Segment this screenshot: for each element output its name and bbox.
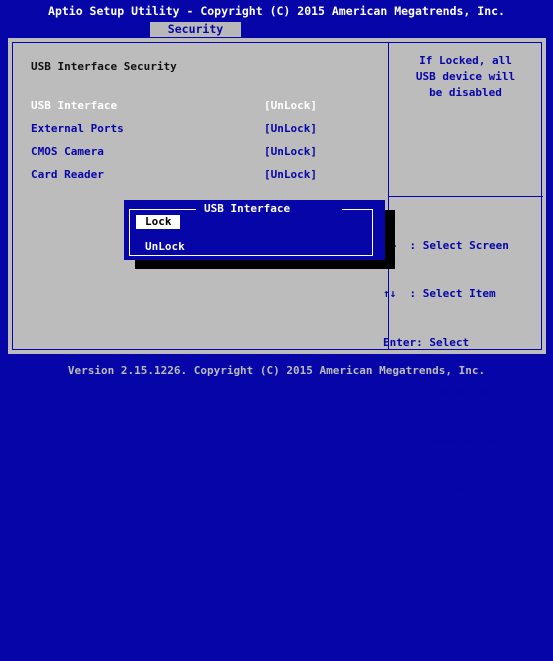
key-exit: ESC : Exit <box>383 629 456 643</box>
help-separator <box>388 196 543 197</box>
key-enter-select: Enter: Select <box>383 336 470 350</box>
option-lock[interactable]: Lock <box>136 215 180 229</box>
tab-security[interactable]: Security <box>150 22 241 37</box>
setting-value: [UnLock] <box>264 145 317 158</box>
help-line: be disabled <box>429 86 502 99</box>
key-select-item: ↑↓ : Select Item <box>383 287 496 301</box>
key-optimized: F9 : Optimized <box>383 483 489 497</box>
usb-interface-popup: USB Interface Lock UnLock <box>124 200 385 260</box>
key-defaults: Defaults <box>383 531 436 545</box>
setting-cmos-camera[interactable]: CMOS Camera [UnLock] <box>31 145 381 159</box>
app-title: Aptio Setup Utility - Copyright (C) 2015… <box>48 4 505 18</box>
setting-label: Card Reader <box>31 168 104 181</box>
popup-title: USB Interface <box>204 202 291 215</box>
setting-label: External Ports <box>31 122 124 135</box>
setting-value: [UnLock] <box>264 168 317 181</box>
key-general-help: F1 : General Help <box>383 434 509 448</box>
key-select-screen: →← : Select Screen <box>383 238 509 252</box>
popup-border <box>129 209 130 255</box>
setting-card-reader[interactable]: Card Reader [UnLock] <box>31 168 381 182</box>
key-change-opt: +/− : Change Opt. <box>383 385 503 399</box>
popup-border <box>342 209 372 210</box>
help-text: If Locked, all USB device will be disabl… <box>388 53 543 101</box>
setting-label: CMOS Camera <box>31 145 104 158</box>
setting-external-ports[interactable]: External Ports [UnLock] <box>31 122 381 136</box>
key-legend: →← : Select Screen ↑↓ : Select Item Ente… <box>383 205 533 661</box>
footer-version: Version 2.15.1226. Copyright (C) 2015 Am… <box>67 364 486 377</box>
option-unlock[interactable]: UnLock <box>136 240 193 254</box>
setting-value: [UnLock] <box>264 122 317 135</box>
help-line: If Locked, all <box>419 54 512 67</box>
setting-label: USB Interface <box>31 99 118 112</box>
popup-border <box>129 255 373 256</box>
help-line: USB device will <box>415 70 516 83</box>
setting-usb-interface[interactable]: USB Interface [UnLock] <box>31 99 381 113</box>
popup-border <box>372 209 373 255</box>
setting-value: [UnLock] <box>264 99 317 112</box>
section-title: USB Interface Security <box>31 60 177 73</box>
key-save-exit: F10 : Save & Exit <box>383 580 503 594</box>
popup-border <box>129 209 196 210</box>
